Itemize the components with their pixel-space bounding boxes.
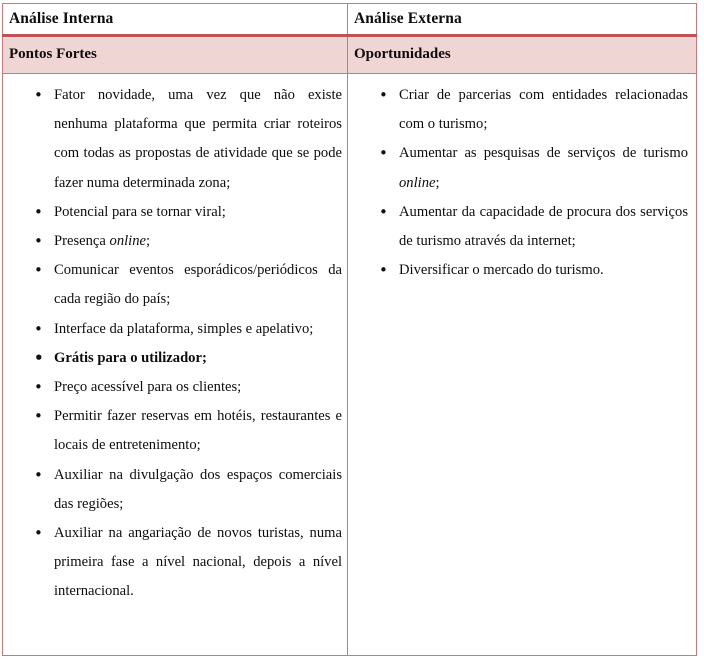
- header-label-analise-externa: Análise Externa: [354, 10, 462, 27]
- subheader-cell-pontos-fortes: Pontos Fortes: [2, 34, 348, 74]
- italic-term: online: [109, 233, 146, 250]
- list-pontos-fortes: Fator novidade, uma vez que não existe n…: [3, 74, 347, 607]
- swot-analysis-table: Análise Interna Análise Externa Pontos F…: [2, 3, 697, 656]
- subheader-label-oportunidades: Oportunidades: [354, 46, 451, 62]
- list-item: Criar de parcerias com entidades relacio…: [379, 81, 688, 139]
- list-item: Comunicar eventos esporádicos/periódicos…: [34, 256, 342, 314]
- list-item: Auxiliar na angariação de novos turistas…: [34, 519, 342, 607]
- body-cell-oportunidades: Criar de parcerias com entidades relacio…: [347, 73, 697, 656]
- italic-term: online: [399, 174, 436, 191]
- list-item: Interface da plataforma, simples e apela…: [34, 315, 342, 344]
- body-cell-pontos-fortes: Fator novidade, uma vez que não existe n…: [2, 73, 348, 656]
- subheader-label-pontos-fortes: Pontos Fortes: [9, 46, 97, 62]
- header-cell-analise-interna: Análise Interna: [2, 3, 348, 36]
- table-subheader-row: Pontos Fortes Oportunidades: [2, 34, 697, 74]
- list-item: Diversificar o mercado do turismo.: [379, 256, 688, 285]
- list-item: Potencial para se tornar viral;: [34, 198, 342, 227]
- list-item: Auxiliar na divulgação dos espaços comer…: [34, 461, 342, 519]
- header-cell-analise-externa: Análise Externa: [347, 3, 697, 36]
- table-body-row: Fator novidade, uma vez que não existe n…: [2, 73, 697, 656]
- header-label-analise-interna: Análise Interna: [9, 10, 114, 27]
- list-item: Aumentar da capacidade de procura dos se…: [379, 198, 688, 256]
- list-item: Presença online;: [34, 227, 342, 256]
- list-item: Fator novidade, uma vez que não existe n…: [34, 81, 342, 198]
- list-oportunidades: Criar de parcerias com entidades relacio…: [348, 74, 696, 286]
- list-item: Preço acessível para os clientes;: [34, 373, 342, 402]
- list-item: Grátis para o utilizador;: [34, 344, 342, 373]
- table-header-row: Análise Interna Análise Externa: [2, 3, 697, 36]
- subheader-cell-oportunidades: Oportunidades: [347, 34, 697, 74]
- list-item: Permitir fazer reservas em hotéis, resta…: [34, 402, 342, 460]
- list-item: Aumentar as pesquisas de serviços de tur…: [379, 139, 688, 197]
